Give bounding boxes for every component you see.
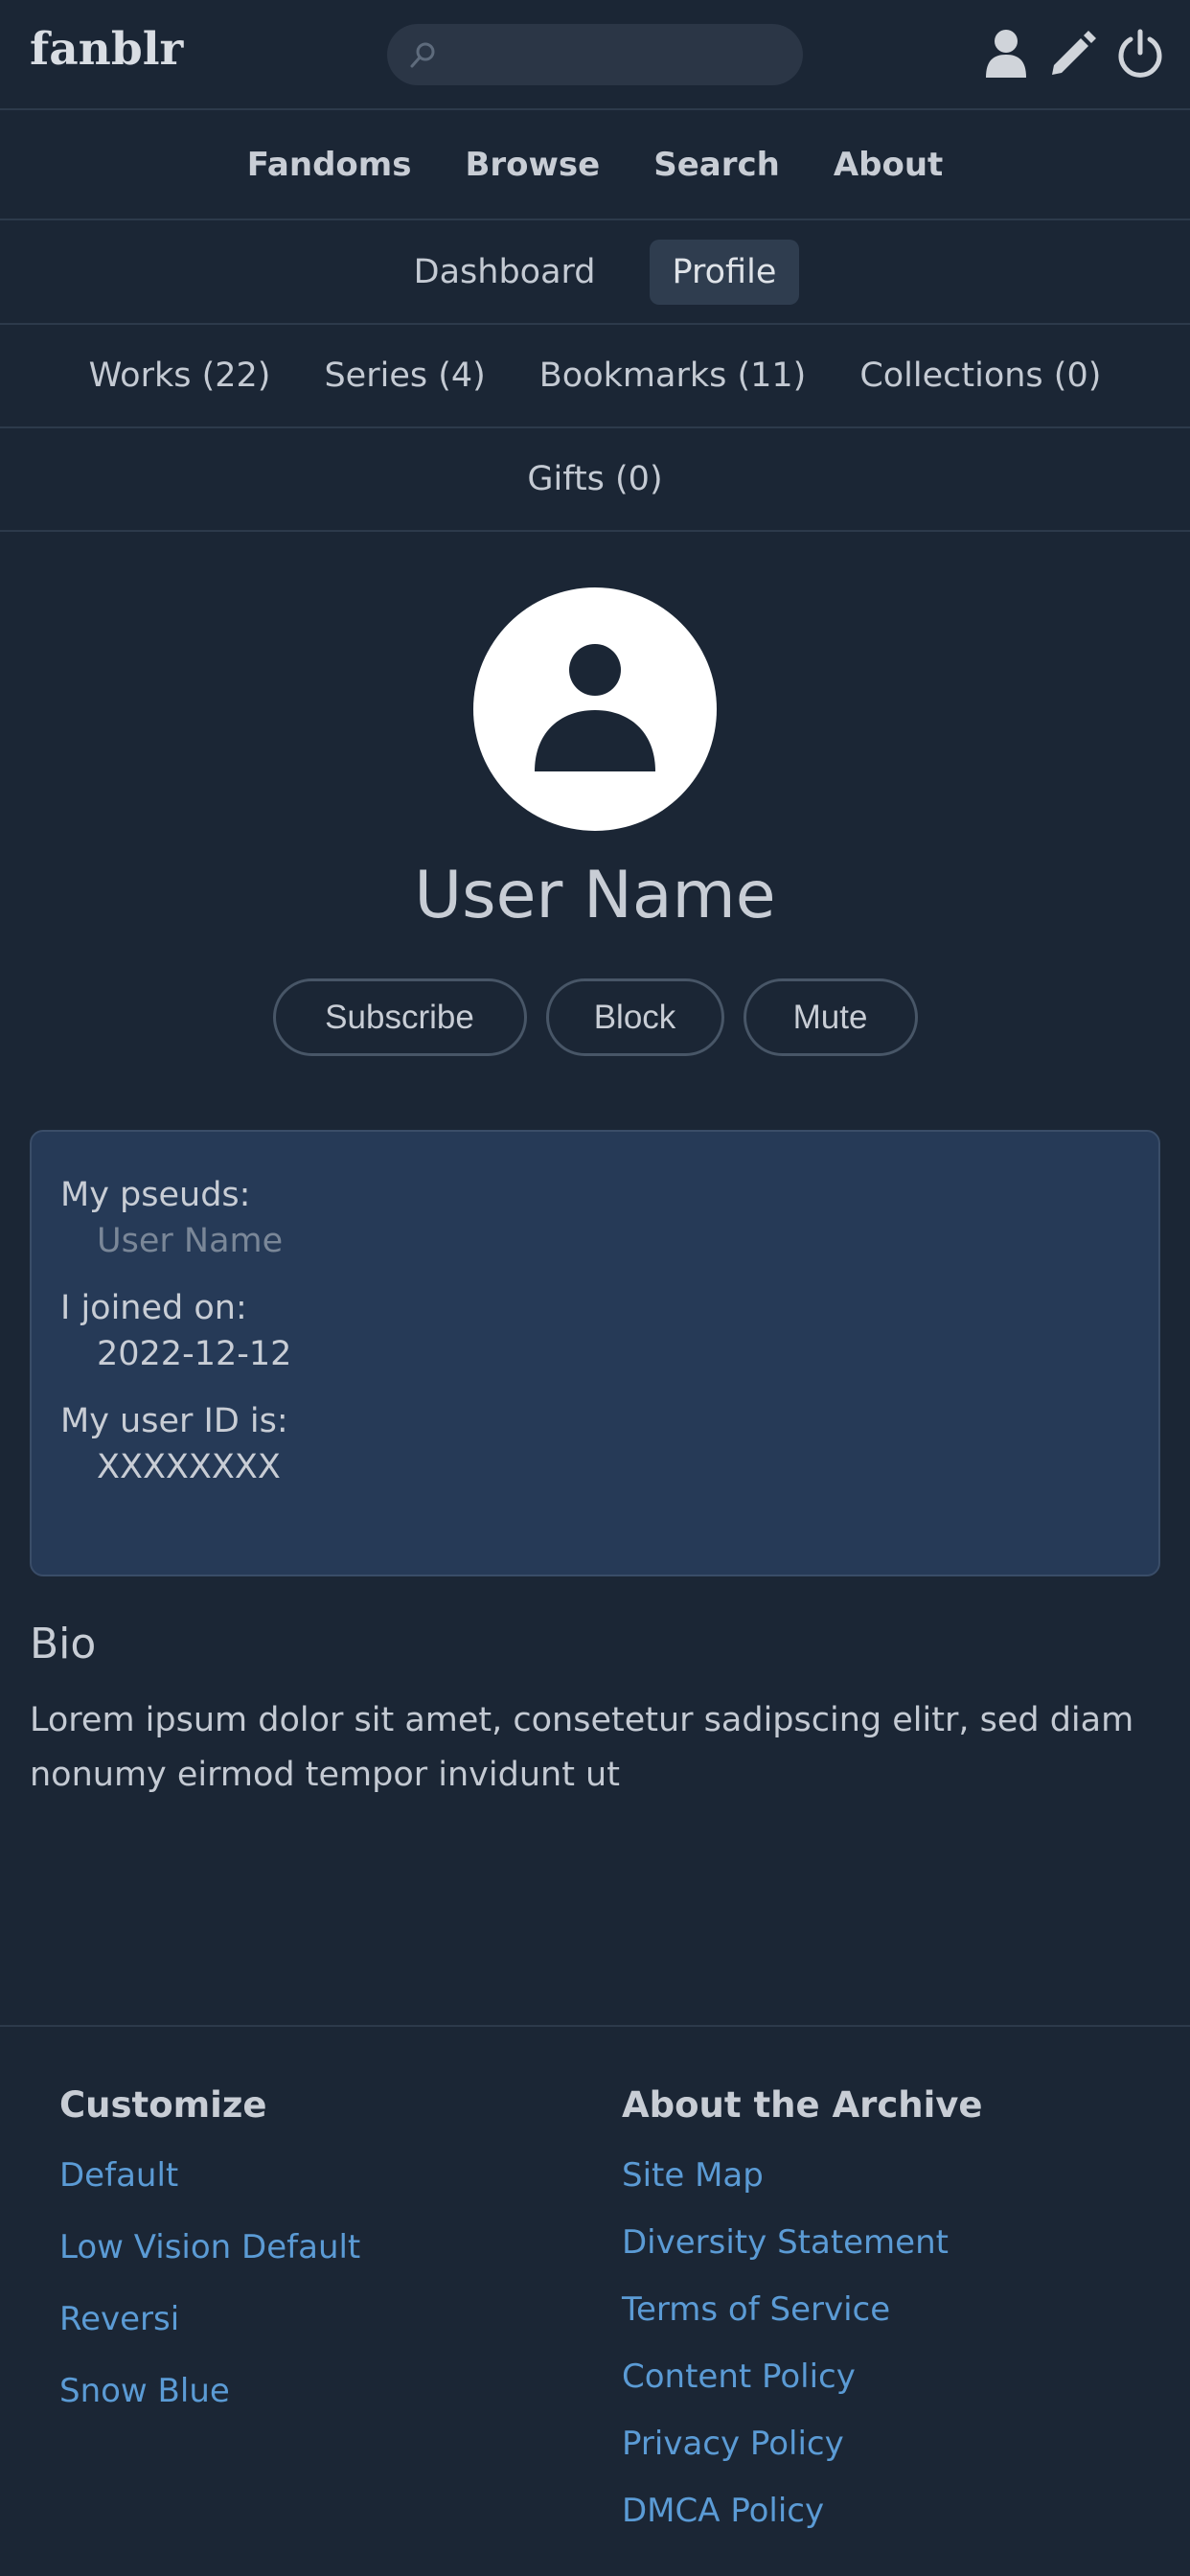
top-bar: fanblr (0, 0, 1190, 110)
nav-browse[interactable]: Browse (465, 146, 600, 184)
userid-label: My user ID is: (60, 1402, 288, 1440)
joined-value: 2022-12-12 (97, 1335, 292, 1373)
skin-reversi-link[interactable]: Reversi (59, 2300, 360, 2338)
tab-dashboard[interactable]: Dashboard (391, 240, 619, 305)
avatar (473, 587, 717, 831)
pseuds-label: My pseuds: (60, 1176, 251, 1214)
tab-series[interactable]: Series (4) (324, 356, 485, 395)
dashboard-nav: Dashboard Profile (0, 220, 1190, 325)
search-input[interactable] (454, 34, 780, 76)
mute-button[interactable]: Mute (743, 978, 918, 1056)
tab-bookmarks[interactable]: Bookmarks (11) (539, 356, 807, 395)
bio-text: Lorem ipsum dolor sit amet, consetetur s… (30, 1701, 1134, 1794)
main-nav: Fandoms Browse Search About (0, 110, 1190, 220)
userid-value: XXXXXXXX (97, 1448, 281, 1486)
about-archive-heading: About the Archive (622, 2084, 983, 2126)
profile-username: User Name (414, 858, 776, 933)
bio-heading: Bio (30, 1620, 97, 1668)
terms-of-service-link[interactable]: Terms of Service (622, 2290, 983, 2329)
privacy-policy-link[interactable]: Privacy Policy (622, 2425, 983, 2463)
search-icon (410, 42, 435, 68)
customize-heading: Customize (59, 2084, 267, 2126)
profile-info-panel: My pseuds: User Name I joined on: 2022-1… (30, 1130, 1160, 1576)
skin-low-vision-link[interactable]: Low Vision Default (59, 2228, 360, 2266)
footer: Customize Default Low Vision Default Rev… (0, 2025, 1190, 2576)
content-policy-link[interactable]: Content Policy (622, 2358, 983, 2396)
user-tabs: Works (22) Series (4) Bookmarks (11) Col… (0, 325, 1190, 428)
user-avatar-icon (535, 644, 655, 771)
joined-label: I joined on: (60, 1289, 247, 1327)
user-icon[interactable] (981, 25, 1031, 82)
tab-gifts[interactable]: Gifts (0) (527, 460, 662, 498)
nav-about[interactable]: About (834, 146, 943, 184)
block-button[interactable]: Block (545, 978, 724, 1056)
site-logo[interactable]: fanblr (30, 23, 183, 76)
tab-collections[interactable]: Collections (0) (859, 356, 1101, 395)
power-icon[interactable] (1115, 25, 1165, 82)
footer-customize: Customize Default Low Vision Default Rev… (59, 2084, 360, 2444)
site-map-link[interactable]: Site Map (622, 2156, 983, 2195)
skin-snow-blue-link[interactable]: Snow Blue (59, 2372, 360, 2410)
nav-search[interactable]: Search (653, 146, 780, 184)
dmca-policy-link[interactable]: DMCA Policy (622, 2492, 983, 2530)
search-box[interactable] (387, 24, 803, 85)
footer-about-archive: About the Archive Site Map Diversity Sta… (622, 2084, 983, 2559)
nav-fandoms[interactable]: Fandoms (247, 146, 412, 184)
pseuds-value[interactable]: User Name (97, 1222, 1130, 1260)
skin-default-link[interactable]: Default (59, 2156, 360, 2195)
user-tabs-row2: Gifts (0) (0, 428, 1190, 532)
tab-works[interactable]: Works (22) (89, 356, 271, 395)
diversity-statement-link[interactable]: Diversity Statement (622, 2223, 983, 2262)
tab-profile[interactable]: Profile (649, 239, 800, 305)
pencil-icon[interactable] (1048, 25, 1098, 82)
profile-actions: Subscribe Block Mute (0, 978, 1190, 1056)
subscribe-button[interactable]: Subscribe (272, 978, 527, 1056)
